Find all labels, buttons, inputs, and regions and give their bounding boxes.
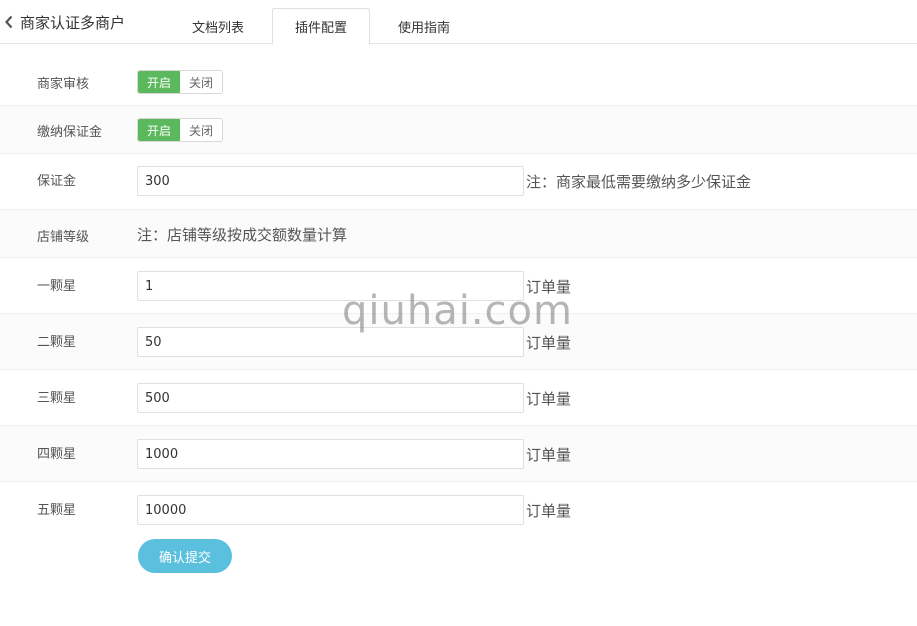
merchant-review-on-button[interactable]: 开启 xyxy=(138,71,180,93)
tab-usage-guide[interactable]: 使用指南 xyxy=(374,8,474,44)
form-row-star-5: 五颗星 订单量 xyxy=(0,482,917,538)
star-4-label: 四颗星 xyxy=(37,447,77,462)
deposit-enabled-off-button[interactable]: 关闭 xyxy=(180,119,222,141)
form-row-star-3: 三颗星 订单量 xyxy=(0,370,917,426)
form-row-star-2: 二颗星 订单量 xyxy=(0,314,917,370)
star-5-label: 五颗星 xyxy=(37,503,77,518)
merchant-review-label: 商家审核 xyxy=(37,77,90,92)
page-title: 商家认证多商户 xyxy=(20,13,126,32)
tab-document-list[interactable]: 文档列表 xyxy=(168,8,268,44)
star-5-unit: 订单量 xyxy=(526,502,572,520)
form-row-merchant-review: 商家审核 开启 关闭 xyxy=(0,58,917,106)
merchant-review-off-button[interactable]: 关闭 xyxy=(180,71,222,93)
star-5-input[interactable] xyxy=(137,495,524,525)
store-level-note: 注：店铺等级按成交额数量计算 xyxy=(137,226,348,244)
star-1-input[interactable] xyxy=(137,271,524,301)
star-2-label: 二颗星 xyxy=(37,335,77,350)
page-header: 商家认证多商户 文档列表 插件配置 使用指南 xyxy=(0,0,917,45)
star-2-input[interactable] xyxy=(137,327,524,357)
form-row-star-1: 一颗星 订单量 xyxy=(0,258,917,314)
merchant-review-switch[interactable]: 开启 关闭 xyxy=(137,70,223,94)
star-1-label: 一颗星 xyxy=(37,279,77,294)
form-row-star-4: 四颗星 订单量 xyxy=(0,426,917,482)
chevron-left-icon xyxy=(4,12,18,32)
deposit-enabled-on-button[interactable]: 开启 xyxy=(138,119,180,141)
star-2-unit: 订单量 xyxy=(526,334,572,352)
star-1-unit: 订单量 xyxy=(526,278,572,296)
deposit-label: 保证金 xyxy=(37,174,77,189)
back-button[interactable]: 商家认证多商户 xyxy=(4,12,125,32)
deposit-input[interactable] xyxy=(137,166,524,196)
form-row-deposit-enabled: 缴纳保证金 开启 关闭 xyxy=(0,106,917,154)
star-3-label: 三颗星 xyxy=(37,391,77,406)
store-level-label: 店铺等级 xyxy=(37,230,90,245)
star-4-input[interactable] xyxy=(137,439,524,469)
star-3-unit: 订单量 xyxy=(526,390,572,408)
star-4-unit: 订单量 xyxy=(526,446,572,464)
submit-button[interactable]: 确认提交 xyxy=(138,539,232,573)
tab-plugin-config[interactable]: 插件配置 xyxy=(272,8,370,45)
deposit-enabled-label: 缴纳保证金 xyxy=(37,125,103,140)
star-3-input[interactable] xyxy=(137,383,524,413)
deposit-note: 注：商家最低需要缴纳多少保证金 xyxy=(526,173,752,191)
form-row-store-level: 店铺等级 注：店铺等级按成交额数量计算 xyxy=(0,210,917,258)
form-row-deposit: 保证金 注：商家最低需要缴纳多少保证金 xyxy=(0,154,917,210)
deposit-enabled-switch[interactable]: 开启 关闭 xyxy=(137,118,223,142)
